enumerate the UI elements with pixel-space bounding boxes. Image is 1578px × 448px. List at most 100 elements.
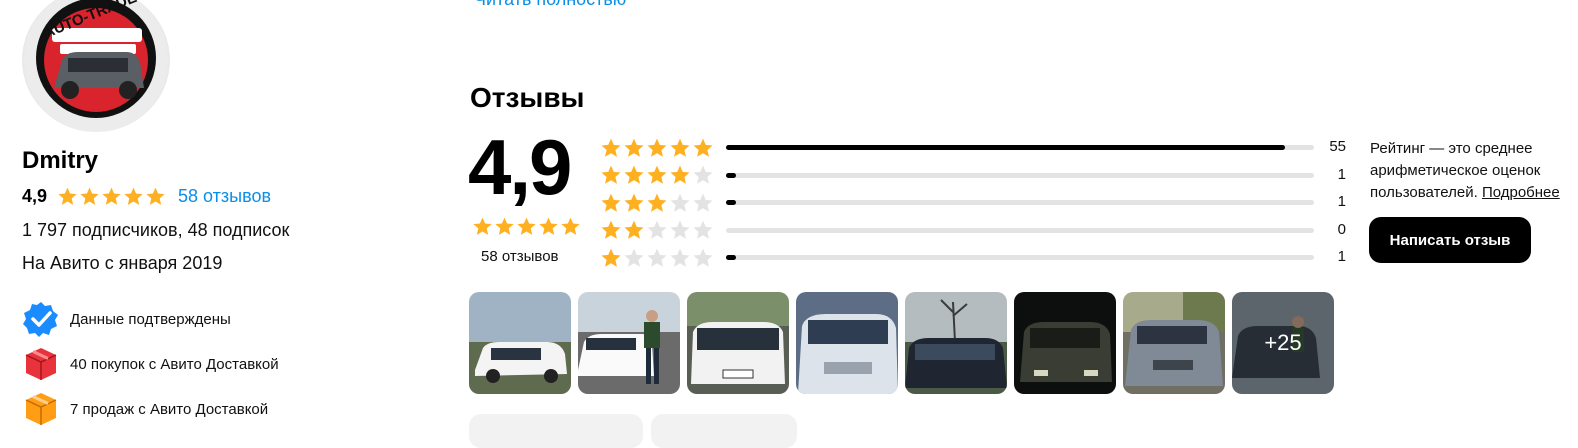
star-icon: [693, 165, 713, 184]
distribution-bar-fill: [726, 200, 736, 205]
star-icon: [647, 165, 667, 184]
review-photos: +25: [469, 292, 1334, 394]
star-icon: [124, 187, 143, 205]
review-photo[interactable]: [905, 292, 1007, 394]
reviews-stars: [472, 216, 581, 237]
badge-purchases: 40 покупок с Авито Доставкой: [22, 345, 279, 383]
distribution-stars: [600, 192, 718, 214]
badge-purchases-text: 40 покупок с Авито Доставкой: [70, 355, 279, 373]
distribution-bar-fill: [726, 172, 736, 178]
rating-note: Рейтинг — это среднее арифметическое оце…: [1370, 138, 1560, 204]
distribution-count: 0: [1337, 220, 1346, 238]
badge-sales-text: 7 продаж с Авито Доставкой: [70, 400, 269, 418]
star-icon: [495, 217, 514, 235]
review-photo-more[interactable]: +25: [1232, 292, 1334, 394]
rating-distribution: 55 1 1 0 1: [600, 134, 1350, 272]
auto-trade-logo: AUTO-TRADE 47: [24, 0, 168, 132]
star-icon: [601, 248, 621, 267]
star-icon: [693, 248, 713, 267]
profile-name: Dmitry: [22, 147, 99, 174]
profile-rating: 4,9 58 отзывов: [22, 186, 271, 207]
review-photo[interactable]: [796, 292, 898, 394]
star-icon: [624, 138, 644, 157]
star-icon: [601, 138, 621, 157]
profile-rating-value: 4,9: [22, 186, 48, 206]
review-sort-chip[interactable]: [651, 414, 797, 448]
badge-sales: 7 продаж с Авито Доставкой: [22, 390, 268, 428]
distribution-bar: [726, 172, 1314, 178]
distribution-stars: [600, 219, 718, 241]
review-photo[interactable]: [1123, 292, 1225, 394]
rating-note-line2: арифметическое оценок: [1370, 162, 1541, 179]
star-icon: [601, 165, 621, 184]
rating-note-line3: пользователей.: [1370, 184, 1478, 201]
distribution-row: 0: [600, 217, 1350, 245]
distribution-count: 1: [1337, 248, 1346, 265]
distribution-bar: [726, 145, 1314, 150]
badge-verified-text: Данные подтверждены: [70, 310, 231, 328]
star-icon: [647, 248, 667, 267]
star-icon: [58, 187, 77, 205]
star-icon: [670, 220, 690, 239]
star-icon: [693, 220, 713, 239]
review-photo[interactable]: [687, 292, 789, 394]
review-photo[interactable]: [1014, 292, 1116, 394]
rating-note-line1: Рейтинг — это среднее: [1370, 140, 1533, 157]
review-photo[interactable]: [469, 292, 571, 394]
reviews-link[interactable]: 58 отзывов: [178, 186, 271, 207]
distribution-bar: [726, 200, 1314, 205]
reviews-count: 58 отзывов: [481, 248, 559, 265]
review-photo[interactable]: [578, 292, 680, 394]
distribution-count: 1: [1337, 165, 1346, 183]
reviews-title: Отзывы: [470, 82, 585, 113]
badge-verified: Данные подтверждены: [22, 300, 231, 338]
avatar[interactable]: AUTO-TRADE 47: [22, 0, 170, 132]
star-icon: [517, 217, 536, 235]
star-icon: [80, 187, 99, 205]
star-icon: [624, 220, 644, 239]
reviews-rating-value: 4,9: [468, 123, 572, 211]
star-icon: [102, 187, 121, 205]
review-filter-chip[interactable]: [469, 414, 643, 448]
star-icon: [670, 138, 690, 157]
distribution-count: 1: [1337, 193, 1346, 210]
star-icon: [473, 217, 492, 235]
star-icon: [561, 217, 580, 235]
write-review-button[interactable]: Написать отзыв: [1369, 217, 1531, 263]
star-icon: [693, 138, 713, 157]
distribution-row: 1: [600, 162, 1350, 190]
distribution-row: 1: [600, 244, 1350, 272]
star-icon: [624, 193, 644, 212]
star-icon: [601, 193, 621, 212]
star-icon: [146, 187, 165, 205]
subscribers-count[interactable]: 1 797 подписчиков, 48 подписок: [22, 220, 289, 241]
star-icon: [670, 248, 690, 267]
star-icon: [624, 248, 644, 267]
distribution-bar-fill: [726, 255, 736, 260]
distribution-bar: [726, 227, 1314, 233]
verified-icon: [23, 302, 58, 337]
box-red-icon: [25, 348, 57, 380]
distribution-stars: [600, 137, 718, 159]
distribution-row: 1: [600, 189, 1350, 217]
read-more-link[interactable]: Читать полностью: [474, 0, 626, 10]
distribution-stars: [600, 164, 718, 186]
distribution-bar-fill: [726, 145, 1285, 150]
profile-stars: [57, 186, 166, 207]
star-icon: [647, 193, 667, 212]
star-icon: [693, 193, 713, 212]
star-icon: [647, 220, 667, 239]
rating-note-more-link[interactable]: Подробнее: [1482, 184, 1560, 201]
distribution-count: 55: [1329, 138, 1346, 155]
star-icon: [539, 217, 558, 235]
photos-more-count: +25: [1232, 292, 1334, 394]
member-since: На Авито с января 2019: [22, 253, 223, 273]
distribution-bar: [726, 255, 1314, 260]
star-icon: [601, 220, 621, 239]
star-icon: [670, 165, 690, 184]
star-icon: [624, 165, 644, 184]
distribution-row: 55: [600, 134, 1350, 162]
distribution-stars: [600, 247, 718, 269]
box-orange-icon: [25, 393, 57, 425]
star-icon: [647, 138, 667, 157]
